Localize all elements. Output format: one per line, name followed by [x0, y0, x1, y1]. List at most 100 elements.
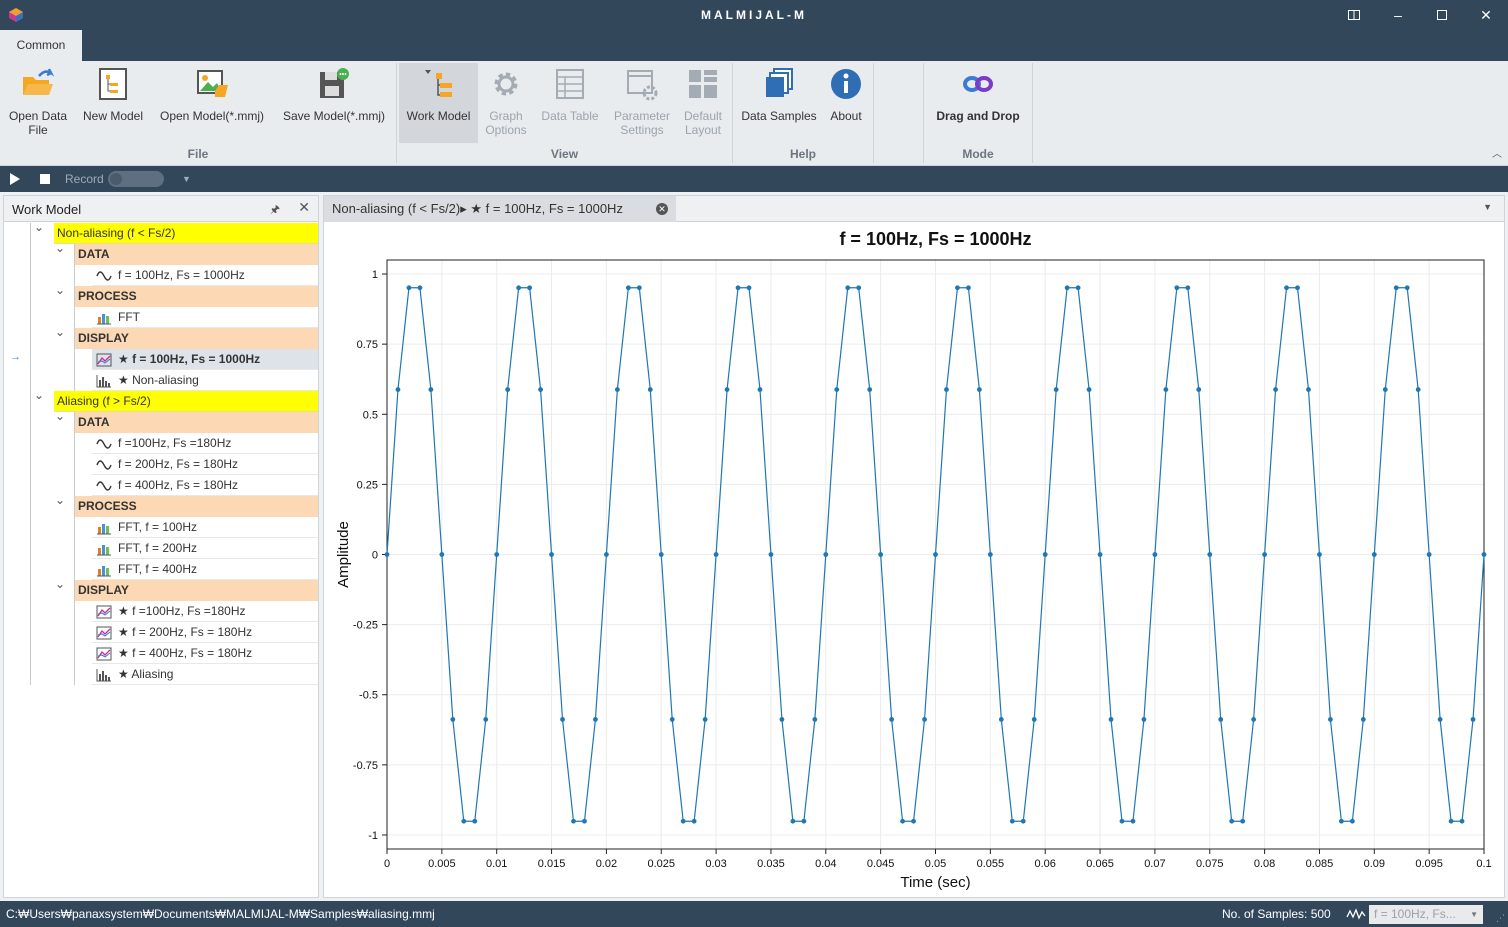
tree-category-node[interactable]: DATA — [75, 412, 318, 433]
line-graph-icon — [94, 352, 118, 367]
data-point — [757, 387, 763, 392]
open-data-file-label: Open Data File — [8, 109, 68, 137]
chevron-down-icon[interactable]: ⌄ — [54, 283, 66, 297]
tree-item[interactable]: f =100Hz, Fs =180Hz — [92, 433, 318, 454]
close-button[interactable]: ✕ — [1464, 0, 1508, 30]
maximize-button[interactable] — [1420, 0, 1464, 30]
data-point — [428, 387, 434, 392]
chevron-down-icon[interactable]: ▼ — [1483, 202, 1492, 212]
chevron-down-icon[interactable]: ⌄ — [54, 241, 66, 255]
data-point — [406, 285, 412, 291]
tree-node-label: f =100Hz, Fs =180Hz — [118, 436, 232, 450]
data-point — [987, 552, 993, 557]
tree-node-label: DISPLAY — [78, 331, 129, 345]
open-model-icon — [197, 70, 228, 97]
tab-common[interactable]: Common — [0, 30, 82, 61]
collapse-ribbon-icon[interactable]: ︿ — [1492, 145, 1502, 160]
data-point — [1053, 387, 1059, 392]
data-point — [1360, 717, 1366, 722]
new-model-button[interactable]: New Model — [78, 63, 148, 143]
document-tab[interactable]: Non-aliasing (f < Fs/2)▸ ★ f = 100Hz, Fs… — [324, 196, 676, 222]
tree-node-label: PROCESS — [78, 289, 137, 303]
chevron-down-icon[interactable]: ⌄ — [54, 577, 66, 591]
data-point — [1031, 717, 1037, 722]
group-view-label: View — [550, 147, 579, 161]
about-button[interactable]: About — [824, 63, 868, 143]
tree-category-node[interactable]: PROCESS — [75, 286, 318, 307]
x-tick-label: 0.025 — [647, 858, 675, 870]
series-select[interactable]: f = 100Hz, Fs... ▼ — [1369, 905, 1483, 924]
record-toggle[interactable] — [108, 171, 164, 187]
chevron-down-icon[interactable]: ⌄ — [33, 220, 45, 234]
tree-node-label: FFT — [118, 310, 140, 324]
chevron-down-icon[interactable]: ⌄ — [54, 493, 66, 507]
restore-window-button[interactable] — [1332, 0, 1376, 30]
tree-item[interactable]: ★ f = 400Hz, Fs = 180Hz — [92, 643, 318, 664]
drag-and-drop-button[interactable]: Drag and Drop — [928, 63, 1028, 143]
group-file-label: File — [187, 147, 209, 161]
parameter-settings-button[interactable]: Parameter Settings — [610, 63, 674, 143]
chevron-down-icon[interactable]: ⌄ — [54, 409, 66, 423]
tree-item[interactable]: FFT — [92, 307, 318, 328]
save-model-button[interactable]: Save Model(*.mmj) — [278, 63, 390, 143]
group-help-label: Help — [789, 147, 816, 161]
tree-guide-line — [74, 412, 75, 685]
infinity-loop-icon — [963, 76, 993, 92]
samples-count: No. of Samples: 500 — [1222, 907, 1331, 921]
resize-grip-icon[interactable]: ⋰ — [1496, 913, 1505, 924]
data-point — [1174, 285, 1180, 291]
tree-category-node[interactable]: DISPLAY — [75, 580, 318, 601]
tree-item[interactable]: FFT, f = 200Hz — [92, 538, 318, 559]
open-model-button[interactable]: Open Model(*.mmj) — [154, 63, 270, 143]
close-icon[interactable]: ✕ — [656, 203, 668, 215]
tree-item[interactable]: ★ Aliasing — [92, 664, 318, 685]
graph-options-button[interactable]: Graph Options — [480, 63, 532, 143]
tree-item[interactable]: f = 100Hz, Fs = 1000Hz — [92, 265, 318, 286]
ribbon-tab-row: Common — [0, 30, 1508, 61]
data-table-button[interactable]: Data Table — [537, 63, 603, 143]
tree-item[interactable]: ★ f = 200Hz, Fs = 180Hz — [92, 622, 318, 643]
tree-item[interactable]: f = 200Hz, Fs = 180Hz — [92, 454, 318, 475]
data-point — [955, 285, 960, 291]
panel-title: Work Model — [12, 202, 82, 217]
tree-item[interactable]: FFT, f = 100Hz — [92, 517, 318, 538]
y-tick-label: 0.25 — [357, 479, 378, 491]
tree-category-node[interactable]: PROCESS — [75, 496, 318, 517]
data-point — [812, 717, 818, 722]
tree-category-node[interactable]: DISPLAY — [75, 328, 318, 349]
close-icon[interactable]: ✕ — [298, 199, 310, 216]
tree-item[interactable]: ★ Non-aliasing — [92, 370, 318, 391]
tree-item[interactable]: f = 400Hz, Fs = 180Hz — [92, 475, 318, 496]
data-samples-button[interactable]: Data Samples — [738, 63, 820, 143]
tree-item[interactable]: ★ f =100Hz, Fs =180Hz — [92, 601, 318, 622]
status-bar: C:₩Users₩panaxsystem₩Documents₩MALMIJAL-… — [0, 901, 1508, 927]
bar-chart-icon — [94, 562, 118, 577]
tree-category-node[interactable]: DATA — [75, 244, 318, 265]
chevron-down-icon[interactable]: ⌄ — [54, 325, 66, 339]
pin-icon[interactable]: 🖈 — [270, 201, 280, 220]
y-tick-label: 0 — [372, 550, 378, 562]
data-point — [790, 818, 796, 824]
x-tick-label: 0 — [384, 858, 390, 870]
data-point — [1163, 387, 1169, 392]
data-point — [1009, 818, 1015, 824]
tree-root-node[interactable]: Aliasing (f > Fs/2) — [54, 391, 318, 412]
data-point — [1240, 818, 1246, 824]
data-point — [1328, 717, 1333, 722]
tree-root-node[interactable]: Non-aliasing (f < Fs/2) — [54, 223, 318, 244]
play-icon[interactable] — [10, 173, 20, 185]
chevron-down-icon[interactable]: ▼ — [182, 174, 191, 184]
tree-item[interactable]: FFT, f = 400Hz — [92, 559, 318, 580]
chevron-down-icon[interactable]: ⌄ — [33, 388, 45, 402]
tree-item[interactable]: ★ f = 100Hz, Fs = 1000Hz — [92, 349, 318, 370]
default-layout-button[interactable]: Default Layout — [677, 63, 729, 143]
chevron-down-icon: ▼ — [1470, 910, 1478, 919]
work-model-panel: Work Model 🖈 ✕ ⌄ Non-aliasing (f < Fs/2) ⌄… — [3, 195, 319, 898]
tree-node-label: PROCESS — [78, 499, 137, 513]
stop-icon[interactable] — [40, 174, 50, 184]
data-samples-label: Data Samples — [741, 109, 817, 123]
minimize-button[interactable]: – — [1376, 0, 1420, 30]
data-point — [494, 552, 500, 557]
work-model-button[interactable]: Work Model — [399, 63, 478, 143]
open-data-file-button[interactable]: Open Data File — [4, 63, 72, 143]
